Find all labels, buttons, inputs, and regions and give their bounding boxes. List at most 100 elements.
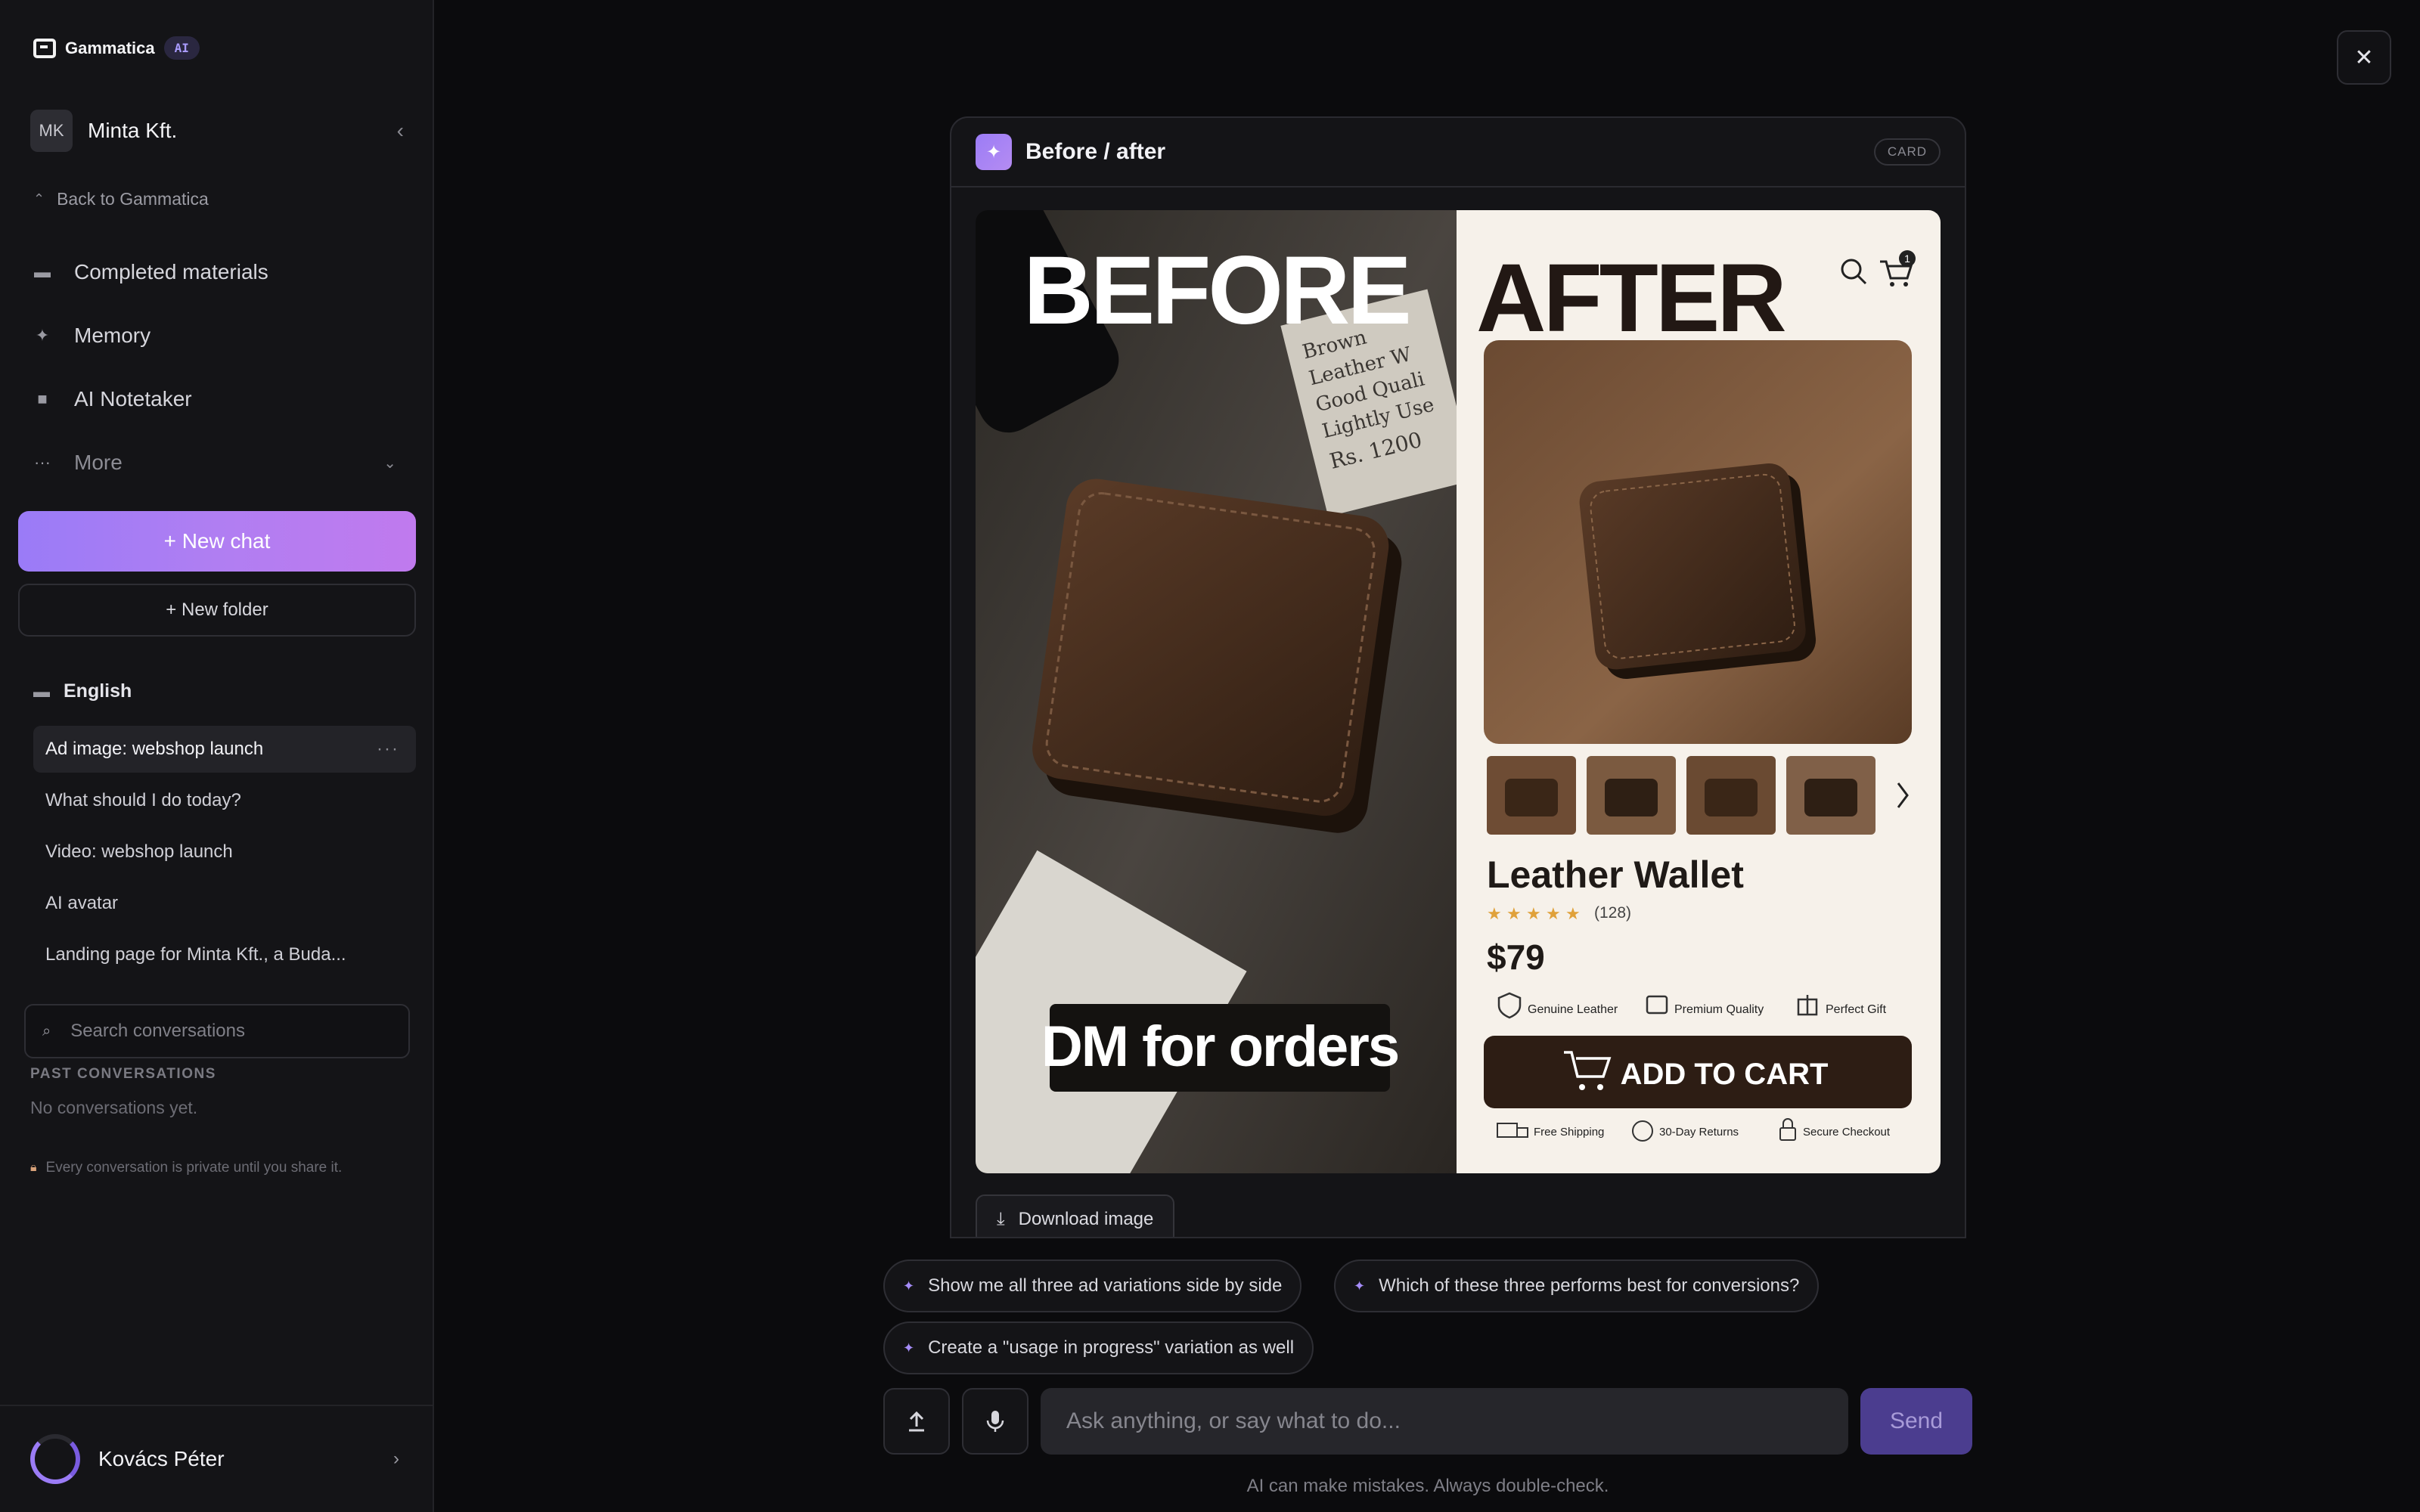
wallet-after (1579, 463, 1817, 680)
before-caption: DM for orders (1041, 1015, 1398, 1079)
add-to-cart-label: ADD TO CART (1621, 1058, 1829, 1091)
card-title: Before / after (1025, 139, 1166, 164)
gammatica-logo-icon (33, 38, 56, 58)
conversation-item-active[interactable]: Ad image: webshop launch ··· (33, 726, 416, 773)
suggestion-label: Show me all three ad variations side by … (928, 1275, 1283, 1296)
benefit-label: Secure Checkout (1803, 1126, 1891, 1139)
suggestion-chip[interactable]: ✦ Create a "usage in progress" variation… (883, 1321, 1314, 1374)
chevron-right-icon: › (393, 1448, 399, 1469)
star-icon: ★ (1487, 905, 1502, 924)
star-icon: ★ (1565, 905, 1581, 924)
ellipsis-icon: ··· (34, 453, 51, 472)
conversation-title: Landing page for Minta Kft., a Buda... (45, 944, 346, 965)
folder-name: English (64, 680, 132, 702)
sidebar-item-memory[interactable]: ✦ Memory (33, 313, 404, 358)
microphone-icon (986, 1411, 1004, 1432)
benefit-label: 30-Day Returns (1659, 1126, 1739, 1139)
wallet-before (1032, 479, 1402, 833)
sidebar-item-completed-materials[interactable]: ▬ Completed materials (33, 249, 404, 295)
folder-icon: ▬ (34, 262, 51, 281)
chevron-up-icon: ⌃ (33, 191, 45, 206)
conversation-item[interactable]: Video: webshop launch (33, 829, 416, 875)
workspace-avatar: MK (30, 110, 73, 152)
after-panel: AFTER 1 Leather Wallet ★ ★ ★ ★ ★ (128) $… (1457, 210, 1941, 1173)
sparkle-icon: ✦ (903, 1278, 915, 1294)
app-name: Gammatica (65, 38, 155, 57)
before-after-ad-image: Brown Leather W Good Quali Lightly Use R… (976, 210, 1941, 1173)
search-icon: ⌕ (42, 1022, 51, 1040)
cart-count-badge: 1 (1904, 253, 1910, 265)
user-menu[interactable]: Kovács Péter › (0, 1405, 433, 1512)
conversation-title: AI avatar (45, 893, 119, 913)
suggestion-label: Create a "usage in progress" variation a… (928, 1337, 1295, 1358)
before-after-card: ✦ Before / after CARD Brown Leather W Go… (950, 116, 1966, 1238)
sidebar-item-label: More (74, 451, 123, 474)
suggestion-chip[interactable]: ✦ Which of these three performs best for… (1334, 1259, 1820, 1312)
lock-icon: 🔒︎ (30, 1161, 37, 1174)
upload-icon (909, 1411, 924, 1432)
sidebar: Gammatica AI MK Minta Kft. ‹ ⌃ Back to G… (0, 0, 434, 1512)
conversation-item[interactable]: What should I do today? (33, 777, 416, 824)
conversation-item[interactable]: Landing page for Minta Kft., a Buda... (33, 931, 416, 978)
chevron-down-icon: ⌄ (383, 454, 396, 472)
past-conversations-heading: PAST CONVERSATIONS (30, 1066, 216, 1082)
search-conversations-box[interactable]: ⌕ (24, 1004, 410, 1058)
folder-icon: ▬ (33, 681, 50, 701)
new-folder-button[interactable]: + New folder (18, 584, 416, 637)
workspace-name: Minta Kft. (88, 119, 178, 142)
card-header: ✦ Before / after CARD (951, 118, 1965, 187)
star-icon: ★ (1506, 905, 1522, 924)
star-icon: ★ (1526, 905, 1541, 924)
benefit-label: Free Shipping (1534, 1126, 1604, 1139)
suggestion-label: Which of these three performs best for c… (1379, 1275, 1800, 1296)
conversation-title: What should I do today? (45, 790, 241, 810)
before-heading: BEFORE (1023, 237, 1408, 345)
feature-label: Perfect Gift (1826, 1003, 1887, 1016)
feature-label: Genuine Leather (1528, 1003, 1618, 1016)
privacy-note: 🔒︎ Every conversation is private until y… (30, 1160, 342, 1176)
folder-english[interactable]: ▬ English (33, 680, 132, 702)
sparkle-icon: ✦ (35, 326, 50, 345)
card-type-badge: CARD (1873, 138, 1941, 166)
before-panel: Brown Leather W Good Quali Lightly Use R… (976, 210, 1475, 1173)
privacy-note-text: Every conversation is private until you … (45, 1160, 343, 1176)
no-conversations-text: No conversations yet. (30, 1098, 198, 1117)
back-to-gammatica-link[interactable]: ⌃ Back to Gammatica (33, 189, 209, 209)
close-button[interactable]: ✕ (2337, 30, 2391, 85)
price: $79 (1487, 937, 1545, 977)
feature-label: Premium Quality (1674, 1003, 1764, 1016)
after-heading: AFTER (1476, 244, 1785, 352)
back-link-label: Back to Gammatica (57, 189, 209, 209)
product-name: Leather Wallet (1487, 854, 1744, 896)
sidebar-item-more[interactable]: ··· More ⌄ (33, 440, 404, 485)
suggestion-chip[interactable]: ✦ Show me all three ad variations side b… (883, 1259, 1302, 1312)
conversation-title: Ad image: webshop launch (45, 739, 264, 759)
sparkle-icon: ✦ (1354, 1278, 1366, 1294)
upload-button[interactable] (883, 1388, 950, 1455)
sidebar-item-ai-notetaker[interactable]: ■ AI Notetaker (33, 376, 404, 422)
sidebar-item-label: Memory (74, 324, 151, 347)
new-chat-button[interactable]: + New chat (18, 511, 416, 572)
sparkle-icon: ✦ (976, 134, 1012, 170)
search-conversations-input[interactable] (70, 1021, 374, 1042)
workspace-switcher[interactable]: MK Minta Kft. ‹ (30, 110, 404, 152)
conversation-title: Video: webshop launch (45, 841, 233, 862)
sidebar-item-label: Completed materials (74, 260, 268, 284)
ask-input[interactable] (1041, 1388, 1848, 1455)
close-icon: ✕ (2354, 45, 2374, 70)
review-count: (128) (1594, 904, 1631, 922)
microphone-button[interactable] (962, 1388, 1028, 1455)
send-button[interactable]: Send (1860, 1388, 1972, 1455)
collapse-sidebar-icon[interactable]: ‹ (397, 119, 404, 143)
video-icon: ■ (37, 389, 48, 408)
download-label: Download image (1018, 1209, 1154, 1229)
ai-badge: AI (163, 36, 200, 60)
download-image-button[interactable]: ⤓ Download image (976, 1194, 1175, 1237)
conversation-options-icon[interactable]: ··· (377, 739, 399, 760)
user-name: Kovács Péter (98, 1447, 225, 1470)
ai-disclaimer: AI can make mistakes. Always double-chec… (1246, 1476, 1609, 1496)
sparkle-icon: ✦ (903, 1340, 915, 1356)
brand[interactable]: Gammatica AI (33, 36, 200, 60)
conversation-item[interactable]: AI avatar (33, 880, 416, 927)
rating-stars: ★ ★ ★ ★ ★ (1487, 905, 1581, 924)
